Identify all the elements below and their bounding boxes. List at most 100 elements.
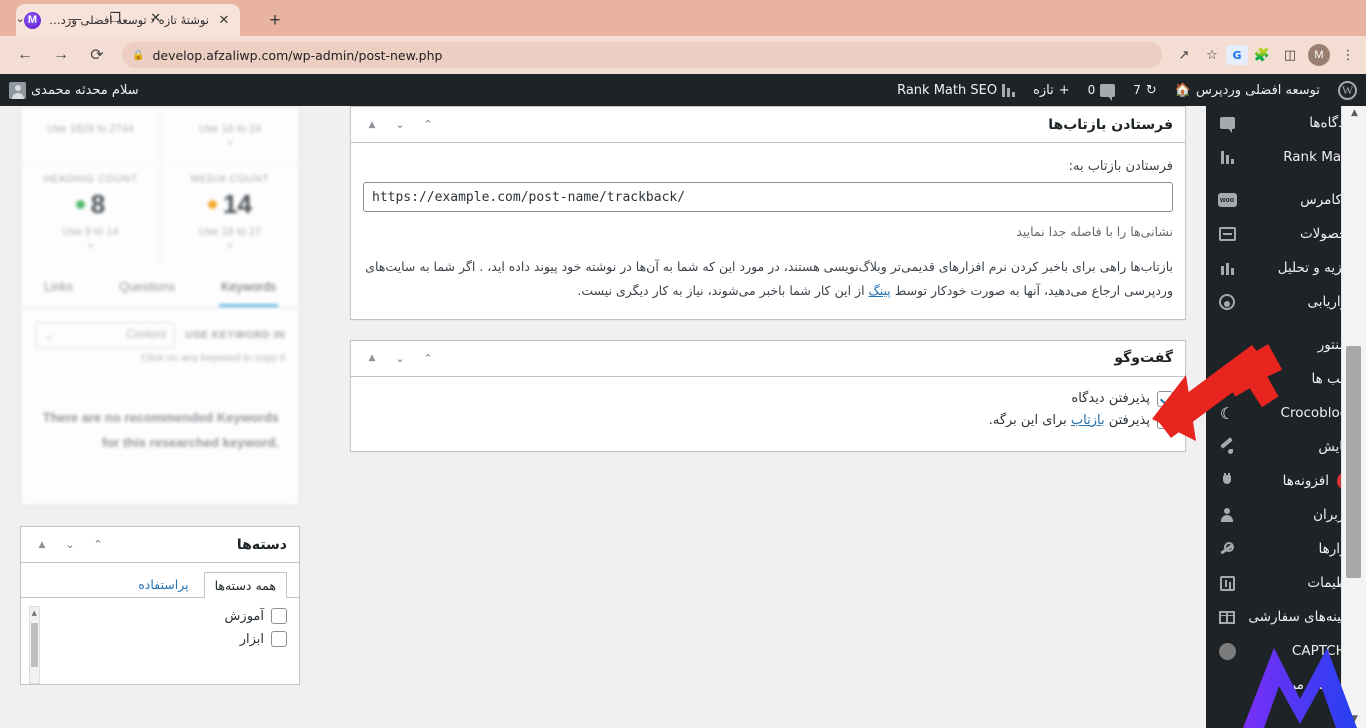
side-panel-icon[interactable]: ◫ xyxy=(1276,41,1304,69)
share-icon[interactable]: ↗ xyxy=(1170,41,1198,69)
updates-menu[interactable]: ↻ 7 xyxy=(1124,74,1166,106)
back-icon[interactable]: ← xyxy=(10,40,40,70)
category-checkbox[interactable] xyxy=(271,631,287,648)
move-up-icon[interactable]: ⌃ xyxy=(419,349,437,367)
comments-menu[interactable]: 0 xyxy=(1079,74,1125,106)
scroll-up-arrow-icon[interactable]: ▲ xyxy=(32,609,37,617)
tab-links[interactable]: Links xyxy=(42,276,75,307)
move-down-icon[interactable]: ⌄ xyxy=(391,116,409,134)
scrollbar-thumb[interactable] xyxy=(31,623,38,668)
stat-label: HEADING COUNT xyxy=(43,174,138,185)
bookmark-star-icon[interactable]: ☆ xyxy=(1198,41,1226,69)
extensions-puzzle-icon[interactable]: 🧩 xyxy=(1248,41,1276,69)
site-name-menu[interactable]: توسعه افضلی وردپرس 🏠 xyxy=(1166,74,1329,106)
wp-logo-menu[interactable]: W xyxy=(1329,74,1366,106)
plugins-icon xyxy=(1217,471,1237,491)
allow-comments-row[interactable]: پذیرفتن دیدگاه xyxy=(363,390,1173,407)
rank-math-stat-heading-count: HEADING COUNT 8 Use 9 to 14 ▾ xyxy=(21,164,160,266)
rank-math-stat-media-count: MEDIA COUNT 14 Use 18 to 27 ▾ xyxy=(160,164,299,266)
address-bar[interactable]: 🔒 develop.afzaliwp.com/wp-admin/post-new… xyxy=(122,42,1162,68)
analytics-icon xyxy=(1217,258,1237,278)
home-icon: 🏠 xyxy=(1174,82,1192,98)
category-checkbox[interactable] xyxy=(271,608,287,625)
select-value: Content xyxy=(125,329,167,341)
use-keyword-in-row: USE KEYWORD IN ⌄ Content xyxy=(21,308,299,352)
chevron-down-icon: ▾ xyxy=(227,139,233,149)
select-caret-icon: ⌄ xyxy=(44,330,54,342)
primary-column: فرستادن بازتاب‌ها ▲ ⌄ ⌃ فرستادن بازتاب ب… xyxy=(350,106,1186,472)
status-dot xyxy=(208,200,218,209)
browser-toolbar: ← → ⟳ 🔒 develop.afzaliwp.com/wp-admin/po… xyxy=(0,36,1366,74)
category-item[interactable]: ابزار xyxy=(33,631,287,648)
tab-questions[interactable]: Questions xyxy=(117,276,177,307)
collapse-toggle-icon[interactable]: ▲ xyxy=(33,536,51,554)
sidebar-item-label: کاربران xyxy=(1313,507,1355,523)
comments-count: 0 xyxy=(1087,83,1096,97)
updates-icon: ↻ xyxy=(1145,82,1157,98)
accept-trackbacks-checkbox[interactable] xyxy=(1157,412,1173,429)
rank-math-stat-row-bottom: MEDIA COUNT 14 Use 18 to 27 ▾ HEADING CO… xyxy=(21,164,299,266)
rank-math-tabs: Links Questions Keywords xyxy=(21,266,299,308)
tab-all-categories[interactable]: همه دسته‌ها xyxy=(203,572,287,599)
megaphone-icon xyxy=(1217,292,1237,312)
trackbacks-panel-title: فرستادن بازتاب‌ها xyxy=(1048,116,1173,133)
tab-most-used-categories[interactable]: پراستفاده xyxy=(127,571,199,597)
sidebar-item-label: المنتور xyxy=(1317,337,1355,353)
window-controls: ⌄ — ❐ ✕ xyxy=(0,0,176,36)
page-scrollbar[interactable]: ▲ ▼ xyxy=(1341,106,1366,728)
trackback-link[interactable]: بازتاب xyxy=(1071,413,1105,428)
sidebar-item-label: دیدگاه‌ها xyxy=(1309,115,1355,131)
rank-math-icon xyxy=(1002,83,1016,97)
close-window-icon[interactable]: ✕ xyxy=(136,3,177,33)
categories-panel-title: دسته‌ها xyxy=(236,536,287,553)
forward-icon[interactable]: → xyxy=(46,40,76,70)
category-label: ابزار xyxy=(239,631,264,647)
move-up-icon[interactable]: ⌃ xyxy=(419,116,437,134)
new-tab-button[interactable]: + xyxy=(262,8,288,34)
scroll-up-arrow-icon[interactable]: ▲ xyxy=(1342,108,1366,118)
category-item[interactable]: آموزش xyxy=(33,608,287,625)
captcha-icon xyxy=(1217,641,1237,661)
close-tab-icon[interactable]: ✕ xyxy=(216,12,232,28)
chrome-menu-icon[interactable]: ⋮ xyxy=(1334,41,1362,69)
accept-trackbacks-label-after: برای این برگه. xyxy=(988,413,1071,428)
new-content-menu[interactable]: + تازه xyxy=(1024,74,1079,106)
wp-admin-bar: W توسعه افضلی وردپرس 🏠 ↻ 7 0 + تازه Rank… xyxy=(0,74,1366,106)
rank-math-menu[interactable]: Rank Math SEO xyxy=(888,74,1024,106)
move-down-icon[interactable]: ⌄ xyxy=(61,536,79,554)
templates-icon xyxy=(1217,369,1237,389)
google-translate-icon[interactable]: G xyxy=(1226,45,1248,65)
profile-avatar[interactable]: M xyxy=(1308,44,1330,66)
main-content: Use 16 to 24 ▾ Use 1829 to 2744 MEDIA CO… xyxy=(0,106,1206,728)
allow-comments-checkbox[interactable] xyxy=(1157,390,1173,407)
collapse-toggle-icon[interactable]: ▲ xyxy=(363,116,381,134)
move-down-icon[interactable]: ⌄ xyxy=(391,349,409,367)
reload-icon[interactable]: ⟳ xyxy=(82,40,112,70)
stat-range: Use 1829 to 2744 xyxy=(47,123,134,135)
collapse-toggle-icon[interactable]: ▲ xyxy=(363,349,381,367)
categories-panel-header: دسته‌ها ▲ ⌄ ⌃ xyxy=(21,527,299,564)
move-up-icon[interactable]: ⌃ xyxy=(89,536,107,554)
stat-value-wrap: 14 xyxy=(165,189,295,220)
tab-keywords[interactable]: Keywords xyxy=(219,276,279,307)
my-account-menu[interactable]: سلام محدثه محمدی xyxy=(0,74,148,106)
greeting-label: سلام محدثه محمدی xyxy=(31,82,139,98)
maximize-icon[interactable]: ❐ xyxy=(95,3,136,33)
minimize-icon[interactable]: — xyxy=(55,3,96,33)
scroll-down-arrow-icon[interactable]: ▼ xyxy=(1342,714,1366,724)
keyword-context-select[interactable]: ⌄ Content xyxy=(35,322,176,348)
accept-trackbacks-row[interactable]: پذیرفتن بازتاب برای این برگه. xyxy=(363,412,1173,429)
rank-math-stat: Use 1829 to 2744 xyxy=(21,107,160,163)
rank-math-content-analysis-widget: Use 16 to 24 ▾ Use 1829 to 2744 MEDIA CO… xyxy=(20,106,300,507)
screen-root: نوشتهٔ تازه ‹ توسعه افضلی وردپرس ✕ + ⌄ —… xyxy=(0,0,1366,728)
tab-search-chevron-icon[interactable]: ⌄ xyxy=(0,3,41,33)
categories-scrollbar[interactable]: ▲ xyxy=(29,606,40,685)
pingback-link[interactable]: پینگ xyxy=(869,283,891,298)
sidebar-item-label: Rank Math xyxy=(1283,149,1355,165)
trackback-url-input[interactable] xyxy=(363,182,1173,212)
admin-bar-account-area: سلام محدثه محمدی xyxy=(0,74,148,106)
sidebar-item-label: تنظیمات xyxy=(1307,575,1355,591)
avatar xyxy=(9,81,26,99)
plus-icon: + xyxy=(1058,82,1070,98)
scrollbar-thumb[interactable] xyxy=(1346,346,1361,578)
